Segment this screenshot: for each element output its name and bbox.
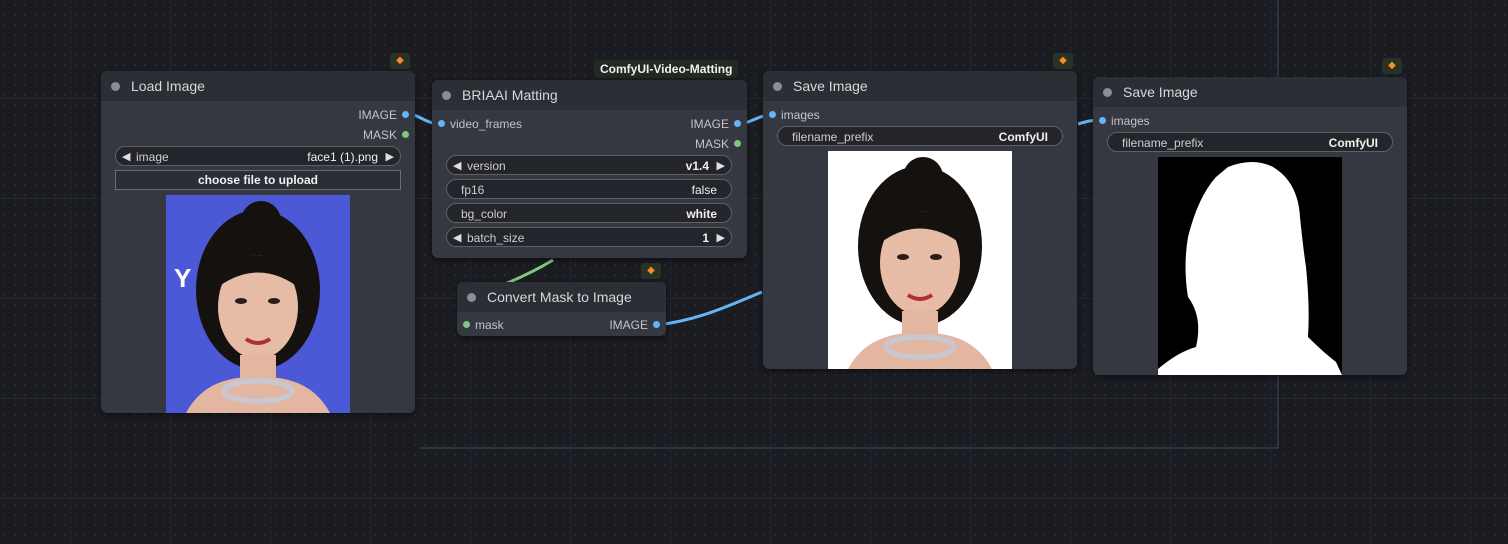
fox-badge-icon: ◆ <box>1382 58 1402 74</box>
input-dot[interactable] <box>438 120 445 127</box>
fp16-toggle[interactable]: fp16 false <box>446 179 732 199</box>
group-label: ComfyUI-Video-Matting <box>594 60 739 78</box>
left-triangle-icon[interactable]: ◀ <box>122 147 130 167</box>
version-combo[interactable]: ◀ version v1.4 ▶ <box>446 155 732 175</box>
output-image[interactable]: IMAGE <box>560 317 660 333</box>
fox-badge-icon: ◆ <box>390 53 410 69</box>
output-mask[interactable]: MASK <box>309 127 409 143</box>
output-dot[interactable] <box>402 131 409 138</box>
output-mask[interactable]: MASK <box>641 136 741 152</box>
output-dot[interactable] <box>734 120 741 127</box>
output-dot[interactable] <box>402 111 409 118</box>
mask-preview-image <box>1158 157 1342 375</box>
input-dot[interactable] <box>463 321 470 328</box>
svg-text:Y: Y <box>174 263 191 293</box>
left-triangle-icon[interactable]: ◀ <box>453 156 461 176</box>
node-save-image-1[interactable]: Save Image images filename_prefix ComfyU… <box>763 71 1077 369</box>
right-triangle-icon[interactable]: ▶ <box>717 156 725 176</box>
upload-button[interactable]: choose file to upload <box>115 170 401 190</box>
circle-dot-icon[interactable] <box>442 91 451 100</box>
input-images[interactable]: images <box>769 107 869 123</box>
node-briaai-matting[interactable]: BRIAAI Matting video_frames IMAGE MASK ◀… <box>432 80 747 258</box>
node-title: BRIAAI Matting <box>462 87 558 103</box>
image-combo[interactable]: ◀ image face1 (1).png ▶ <box>115 146 401 166</box>
output-preview-image <box>828 151 1012 369</box>
output-image[interactable]: IMAGE <box>309 107 409 123</box>
batch-size-stepper[interactable]: ◀ batch_size 1 ▶ <box>446 227 732 247</box>
node-header[interactable]: Save Image <box>1093 77 1407 107</box>
wire-convert-to-save2 <box>656 290 763 327</box>
circle-dot-icon[interactable] <box>773 82 782 91</box>
right-triangle-icon[interactable]: ▶ <box>386 147 394 167</box>
circle-dot-icon[interactable] <box>111 82 120 91</box>
fox-badge-icon: ◆ <box>641 263 661 279</box>
circle-dot-icon[interactable] <box>1103 88 1112 97</box>
output-dot[interactable] <box>734 140 741 147</box>
filename-prefix-field[interactable]: filename_prefix ComfyUI <box>1107 132 1393 152</box>
circle-dot-icon[interactable] <box>467 293 476 302</box>
input-mask[interactable]: mask <box>463 317 543 333</box>
node-header[interactable]: Convert Mask to Image <box>457 282 666 312</box>
output-dot[interactable] <box>653 321 660 328</box>
input-dot[interactable] <box>769 111 776 118</box>
input-video-frames[interactable]: video_frames <box>438 116 578 132</box>
input-dot[interactable] <box>1099 117 1106 124</box>
left-triangle-icon[interactable]: ◀ <box>453 228 461 248</box>
preview-image: Y <box>166 195 350 413</box>
node-header[interactable]: Load Image <box>101 71 415 101</box>
bg-color-field[interactable]: bg_color white <box>446 203 732 223</box>
fox-badge-icon: ◆ <box>1053 53 1073 69</box>
input-images[interactable]: images <box>1099 113 1199 129</box>
right-triangle-icon[interactable]: ▶ <box>717 228 725 248</box>
node-header[interactable]: Save Image <box>763 71 1077 101</box>
output-image[interactable]: IMAGE <box>641 116 741 132</box>
node-title: Convert Mask to Image <box>487 289 632 305</box>
node-title: Save Image <box>793 78 868 94</box>
node-convert-mask[interactable]: Convert Mask to Image mask IMAGE <box>457 282 666 336</box>
node-save-image-2[interactable]: Save Image images filename_prefix ComfyU… <box>1093 77 1407 375</box>
node-title: Save Image <box>1123 84 1198 100</box>
node-title: Load Image <box>131 78 205 94</box>
node-load-image[interactable]: Load Image IMAGE MASK ◀ image face1 (1).… <box>101 71 415 413</box>
node-header[interactable]: BRIAAI Matting <box>432 80 747 110</box>
filename-prefix-field[interactable]: filename_prefix ComfyUI <box>777 126 1063 146</box>
